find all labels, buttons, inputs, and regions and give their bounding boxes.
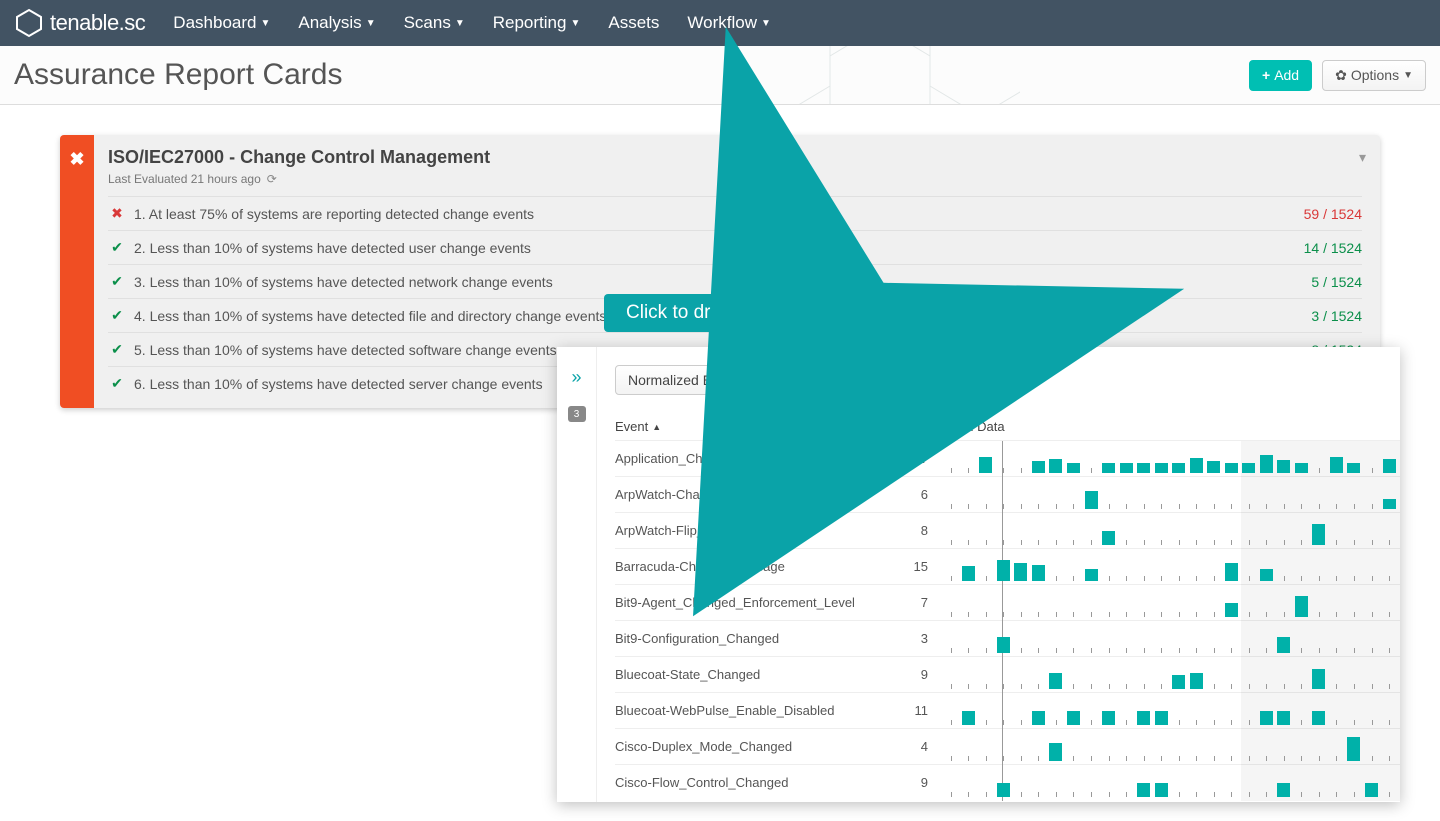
event-name: ArpWatch-Flip_Flop (615, 523, 890, 538)
caret-down-icon: ▼ (1403, 70, 1413, 81)
gear-icon: ✿ (1335, 67, 1347, 84)
trend-sparkline (940, 513, 1400, 549)
refresh-icon[interactable]: ⟳ (267, 172, 277, 186)
event-name: Cisco-Duplex_Mode_Changed (615, 739, 890, 754)
event-name: Bit9-Configuration_Changed (615, 631, 890, 646)
check-icon: ✔ (108, 375, 126, 392)
event-name: Bit9-Agent_Changed_Enforcement_Level (615, 595, 890, 610)
event-count: 9 (890, 775, 940, 790)
options-button[interactable]: ✿ Options ▼ (1322, 60, 1426, 91)
drill-sidebar: » 3 (557, 347, 597, 802)
trend-sparkline (940, 765, 1400, 801)
trend-sparkline (940, 729, 1400, 765)
policy-counts: 14 / 1524 (1304, 240, 1362, 256)
table-row[interactable]: Bit9-Agent_Changed_Enforcement_Level7 (615, 584, 1400, 620)
card-meta: Last Evaluated 21 hours ago ⟳ (108, 172, 1362, 186)
expand-right-icon[interactable]: » (557, 367, 596, 388)
table-row[interactable]: Bit9-Configuration_Changed3 (615, 620, 1400, 656)
policy-counts: 5 / 1524 (1311, 274, 1362, 290)
page-title: Assurance Report Cards (14, 58, 342, 92)
add-button[interactable]: + Add (1249, 60, 1312, 91)
check-icon: ✔ (108, 239, 126, 256)
table-row[interactable]: Application_Change77 (615, 440, 1400, 476)
expand-toggle-icon[interactable]: ▾ (1359, 149, 1366, 166)
policy-text: 1. At least 75% of systems are reporting… (134, 206, 1304, 222)
trend-sparkline (940, 441, 1400, 477)
policy-counts: 59 / 1524 (1304, 206, 1362, 222)
trend-sparkline (940, 657, 1400, 693)
callout-arrow-icon (614, 292, 874, 412)
table-row[interactable]: ArpWatch-Changed_Ethernet_Address6 (615, 476, 1400, 512)
trend-sparkline (940, 693, 1400, 729)
trend-sparkline (940, 549, 1400, 585)
event-count: 9 (890, 667, 940, 682)
nav-workflow[interactable]: Workflow▼ (687, 13, 771, 33)
policy-counts: 3 / 1524 (1311, 308, 1362, 324)
x-icon: ✖ (108, 205, 126, 222)
nav-scans[interactable]: Scans▼ (404, 13, 465, 33)
event-count: 4 (890, 739, 940, 754)
event-count: 7 (890, 595, 940, 610)
page-header: Assurance Report Cards + Add ✿ Options ▼ (0, 46, 1440, 105)
decorative-hex-bg (720, 46, 1020, 105)
event-name: Bluecoat-WebPulse_Enable_Disabled (615, 703, 890, 718)
sort-asc-icon: ▲ (652, 422, 661, 432)
nav-reporting[interactable]: Reporting▼ (493, 13, 581, 33)
policy-row[interactable]: ✔ 2. Less than 10% of systems have detect… (108, 230, 1362, 264)
filter-count-badge[interactable]: 3 (568, 406, 586, 422)
event-count: 3 (890, 631, 940, 646)
col-header-count[interactable]: Count (890, 419, 940, 434)
trend-sparkline (940, 477, 1400, 513)
table-row[interactable]: Bluecoat-WebPulse_Enable_Disabled11 (615, 692, 1400, 728)
drilldown-panel: » 3 Normalized Event Summary ▼ Event ▲ C… (557, 347, 1400, 802)
close-icon[interactable]: ✖ (69, 149, 84, 408)
col-header-event[interactable]: Event ▲ (615, 419, 890, 434)
hexagon-icon (14, 8, 44, 38)
brand-text: tenable.sc (50, 10, 145, 36)
col-header-trend: Trend Data (940, 419, 1400, 434)
brand-logo[interactable]: tenable.sc (14, 8, 145, 38)
caret-down-icon: ▼ (570, 18, 580, 29)
event-name: Barracuda-Change_Message (615, 559, 890, 574)
check-icon: ✔ (108, 273, 126, 290)
callout-tooltip: Click to drill down (604, 294, 796, 332)
event-count: 8 (890, 523, 940, 538)
drill-rows: Application_Change77ArpWatch-Changed_Eth… (615, 440, 1400, 802)
event-count: 11 (890, 703, 940, 718)
caret-down-icon: ▼ (366, 18, 376, 29)
card-status-strip: ✖ (60, 135, 94, 408)
policy-text: 3. Less than 10% of systems have detecte… (134, 274, 1311, 290)
event-name: Bluecoat-State_Changed (615, 667, 890, 682)
event-count: 15 (890, 559, 940, 574)
policy-text: 2. Less than 10% of systems have detecte… (134, 240, 1304, 256)
main-nav: Dashboard▼ Analysis▼ Scans▼ Reporting▼ Asset… (173, 13, 771, 33)
trend-sparkline (940, 621, 1400, 657)
caret-down-icon: ▼ (455, 18, 465, 29)
event-name: Cisco-Flow_Control_Changed (615, 775, 890, 790)
table-row[interactable]: Cisco-Flow_Control_Changed9 (615, 764, 1400, 800)
policy-row[interactable]: ✖ 1. At least 75% of systems are reportin… (108, 196, 1362, 230)
table-row[interactable]: ArpWatch-Flip_Flop8 (615, 512, 1400, 548)
event-count: 6 (890, 487, 940, 502)
top-navbar: tenable.sc Dashboard▼ Analysis▼ Scans▼ Repo… (0, 0, 1440, 46)
event-name: Application_Change (615, 451, 890, 466)
nav-dashboard[interactable]: Dashboard▼ (173, 13, 270, 33)
event-count: 77 (890, 451, 940, 466)
table-row[interactable]: Bluecoat-State_Changed9 (615, 656, 1400, 692)
drill-table-header: Event ▲ Count Trend Data (615, 419, 1400, 440)
plus-icon: + (1262, 67, 1270, 83)
event-name: ArpWatch-Changed_Ethernet_Address (615, 487, 890, 502)
nav-assets[interactable]: Assets (608, 13, 659, 33)
trend-sparkline (940, 585, 1400, 621)
caret-down-icon: ▼ (761, 18, 771, 29)
nav-analysis[interactable]: Analysis▼ (298, 13, 375, 33)
table-row[interactable]: Cisco-Duplex_Mode_Changed4 (615, 728, 1400, 764)
check-icon: ✔ (108, 307, 126, 324)
check-icon: ✔ (108, 341, 126, 358)
caret-down-icon: ▼ (260, 18, 270, 29)
table-row[interactable]: Barracuda-Change_Message15 (615, 548, 1400, 584)
card-title: ISO/IEC27000 - Change Control Management (108, 147, 1362, 168)
